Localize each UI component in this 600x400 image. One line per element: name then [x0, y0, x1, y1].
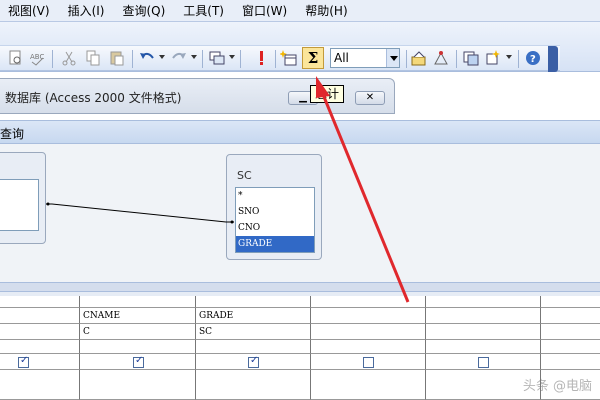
grid-sort-cell[interactable]: [196, 340, 311, 354]
grid-show-cell: [541, 354, 600, 370]
query-window-titlebar: 查询: [0, 120, 600, 144]
spelling-icon[interactable]: ABC: [28, 49, 46, 67]
pane-splitter[interactable]: [0, 282, 600, 292]
query-design-window: 查询 SC * SNO CNO GRADE CNAME C GRADE SC ✓…: [0, 114, 600, 400]
menu-view[interactable]: 视图(V): [0, 0, 59, 22]
menu-insert[interactable]: 插入(I): [59, 0, 114, 22]
toolbar-options-icon[interactable]: [548, 46, 558, 72]
show-checkbox[interactable]: [478, 357, 489, 368]
database-window-icon[interactable]: [462, 49, 480, 67]
menu-tools[interactable]: 工具(T): [174, 0, 233, 22]
show-checkbox[interactable]: [133, 355, 144, 368]
grid-table-cell[interactable]: C: [80, 324, 196, 340]
close-button[interactable]: ✕: [355, 91, 385, 105]
grid-table-cell[interactable]: SC: [196, 324, 311, 340]
grid-table-cell[interactable]: [0, 324, 80, 340]
grid-sort-cell[interactable]: [541, 340, 600, 354]
query-type-icon[interactable]: [208, 49, 226, 67]
run-icon[interactable]: [252, 49, 270, 67]
top-values-dropdown-icon[interactable]: [386, 49, 399, 67]
grid-field-cell[interactable]: GRADE: [196, 308, 311, 324]
menu-help[interactable]: 帮助(H): [296, 0, 356, 22]
redo-dropdown-icon[interactable]: [191, 55, 197, 59]
grid-sort-cell[interactable]: [426, 340, 541, 354]
grid-col-header[interactable]: [196, 296, 311, 308]
show-checkbox[interactable]: [18, 355, 29, 368]
redo-icon[interactable]: [170, 49, 188, 67]
grid-col-header[interactable]: [426, 296, 541, 308]
grid-criteria-cell[interactable]: [196, 370, 311, 400]
show-checkbox[interactable]: [248, 355, 259, 368]
grid-col-header[interactable]: [0, 296, 80, 308]
print-preview-icon[interactable]: [6, 49, 24, 67]
show-table-icon[interactable]: [279, 49, 298, 67]
grid-table-cell[interactable]: [311, 324, 426, 340]
toolbar-separator: [240, 50, 241, 68]
svg-text:?: ?: [530, 54, 536, 65]
query-design-toolbar: ABC Σ All ?: [0, 45, 560, 71]
build-icon[interactable]: [432, 49, 450, 67]
grid-field-cell[interactable]: [0, 308, 80, 324]
grid-sort-cell[interactable]: [0, 340, 80, 354]
grid-table-cell[interactable]: [541, 324, 600, 340]
undo-dropdown-icon[interactable]: [159, 55, 165, 59]
new-object-icon[interactable]: [484, 49, 502, 67]
grid-criteria-cell[interactable]: [0, 370, 80, 400]
grid-col-header[interactable]: [541, 296, 600, 308]
menu-query[interactable]: 查询(Q): [113, 0, 174, 22]
grid-col-header[interactable]: [311, 296, 426, 308]
menu-window[interactable]: 窗口(W): [233, 0, 296, 22]
svg-text:ABC: ABC: [30, 53, 44, 61]
toolbar: ABC Σ All ?: [0, 22, 600, 72]
grid-sort-cell[interactable]: [311, 340, 426, 354]
grid-field-cell[interactable]: [426, 308, 541, 324]
toolbar-separator: [202, 50, 203, 68]
toolbar-separator: [132, 50, 133, 68]
grid-field-cell[interactable]: CNAME: [80, 308, 196, 324]
grid-criteria-cell[interactable]: [80, 370, 196, 400]
undo-icon[interactable]: [138, 49, 156, 67]
grid-show-cell: [0, 354, 80, 370]
grid-sort-cell[interactable]: [80, 340, 196, 354]
grid-criteria-cell[interactable]: [311, 370, 426, 400]
grid-table-cell[interactable]: [426, 324, 541, 340]
toolbar-separator: [518, 50, 519, 68]
show-checkbox[interactable]: [363, 357, 374, 368]
window-title: 数据库 (Access 2000 文件格式): [5, 91, 182, 105]
toolbar-separator: [275, 50, 276, 68]
help-icon[interactable]: ?: [524, 49, 542, 67]
totals-tooltip: 总计: [310, 85, 345, 103]
totals-button[interactable]: Σ: [302, 47, 324, 69]
toolbar-separator: [52, 50, 53, 68]
paste-icon[interactable]: [108, 49, 126, 67]
grid-field-cell[interactable]: [541, 308, 600, 324]
query-window-title: 查询: [0, 127, 25, 141]
new-object-dropdown-icon[interactable]: [506, 55, 512, 59]
grid-field-cell[interactable]: [311, 308, 426, 324]
cut-icon[interactable]: [60, 49, 78, 67]
toolbar-separator: [456, 50, 457, 68]
design-grid: CNAME C GRADE SC: [0, 282, 600, 400]
watermark: 头条 @电脑: [522, 379, 592, 394]
copy-icon[interactable]: [84, 49, 102, 67]
toolbar-separator: [406, 50, 407, 68]
query-type-dropdown-icon[interactable]: [229, 55, 235, 59]
menu-bar: 视图(V) 插入(I) 查询(Q) 工具(T) 窗口(W) 帮助(H): [0, 0, 600, 22]
properties-icon[interactable]: [410, 49, 428, 67]
grid-col-header[interactable]: [80, 296, 196, 308]
